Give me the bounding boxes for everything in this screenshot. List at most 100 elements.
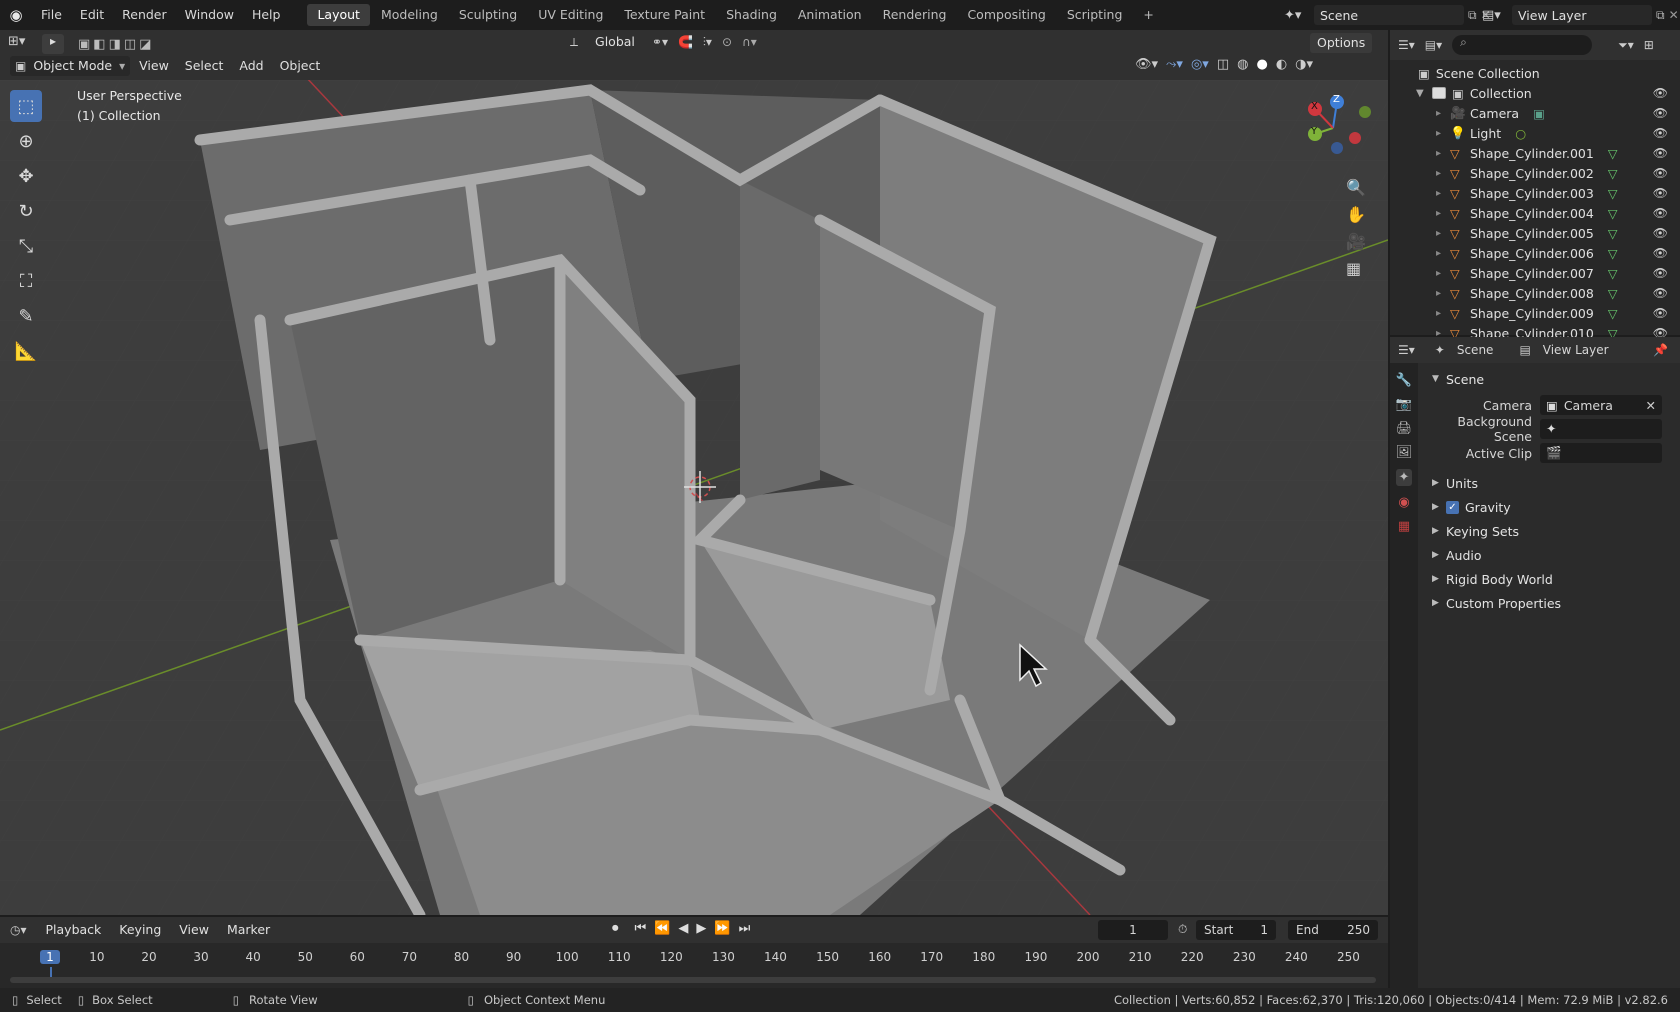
filter-icon[interactable]: ⏷▾	[1618, 38, 1634, 53]
blender-logo-icon[interactable]: ◉	[0, 6, 32, 24]
gravity-panel-header[interactable]: ▶ ✓ Gravity	[1420, 495, 1680, 519]
tab-texture-paint[interactable]: Texture Paint	[614, 4, 715, 26]
view-layer-field[interactable]: View Layer	[1512, 5, 1652, 25]
scene-name-field[interactable]: Scene	[1314, 5, 1464, 25]
outliner-item[interactable]: ▸ 🎥 Camera ▣ 👁	[1390, 103, 1680, 123]
mesh-data-icon[interactable]: ▽	[1608, 146, 1618, 161]
wireframe-shading-icon[interactable]: ◍	[1237, 57, 1248, 72]
custom-properties-panel-header[interactable]: ▶ Custom Properties	[1420, 591, 1680, 615]
tab-compositing[interactable]: Compositing	[957, 4, 1055, 26]
active-clip-field[interactable]: 🎬	[1540, 443, 1662, 463]
3d-viewport[interactable]: ⬚ ⊕ ✥ ↻ ⤡ ⛶ ✎ 📐 User Perspective (1) Col…	[0, 80, 1388, 915]
new-view-layer-icon[interactable]: ⧉	[1656, 8, 1665, 23]
cursor-tool-icon[interactable]: ⊕	[10, 125, 42, 157]
outliner-item[interactable]: ▸ ▽ Shape_Cylinder.005 ▽ 👁	[1390, 223, 1680, 243]
outliner-item[interactable]: ▸ ▽ Shape_Cylinder.004 ▽ 👁	[1390, 203, 1680, 223]
remove-view-layer-icon[interactable]: ✕	[1669, 8, 1679, 22]
new-collection-icon[interactable]: ⊞	[1644, 38, 1654, 52]
tab-layout[interactable]: Layout	[307, 4, 370, 26]
select-mode-icons[interactable]: ▣◧◨◫◪	[78, 37, 154, 52]
tab-scripting[interactable]: Scripting	[1057, 4, 1133, 26]
tab-modeling[interactable]: Modeling	[371, 4, 448, 26]
tab-sculpting[interactable]: Sculpting	[449, 4, 527, 26]
eye-icon[interactable]: 👁	[1653, 286, 1668, 300]
transform-tool-icon[interactable]: ⛶	[10, 265, 42, 297]
solid-shading-icon[interactable]: ●	[1256, 57, 1267, 72]
outliner-collection[interactable]: ▼ ▣ Collection 👁	[1390, 83, 1680, 103]
outliner-item[interactable]: ▸ ▽ Shape_Cylinder.001 ▽ 👁	[1390, 143, 1680, 163]
eye-icon[interactable]: 👁	[1653, 266, 1668, 280]
view-layer-icon[interactable]: ▤▾	[1482, 8, 1508, 23]
material-shading-icon[interactable]: ◐	[1276, 57, 1287, 72]
disclosure-triangle-icon[interactable]: ▸	[1436, 108, 1450, 119]
background-scene-field[interactable]: ✦	[1540, 419, 1662, 439]
outliner-item[interactable]: ▸ ▽ Shape_Cylinder.007 ▽ 👁	[1390, 263, 1680, 283]
view-layer-tab-icon[interactable]: 🖼	[1396, 445, 1413, 460]
scene-icon[interactable]: ✦▾	[1284, 8, 1310, 23]
outliner-item[interactable]: ▸ ▽ Shape_Cylinder.009 ▽ 👁	[1390, 303, 1680, 323]
pivot-icon[interactable]: ⚭▾	[652, 35, 668, 49]
menu-window[interactable]: Window	[176, 0, 243, 30]
eye-icon[interactable]: 👁	[1653, 146, 1668, 160]
outliner-item[interactable]: ▸ 💡 Light ○ 👁	[1390, 123, 1680, 143]
rotate-tool-icon[interactable]: ↻	[10, 195, 42, 227]
mode-dropdown[interactable]: ▣ Object Mode ▾	[10, 56, 131, 76]
menu-select[interactable]: Select	[178, 56, 231, 76]
outliner-item[interactable]: ▸ ▽ Shape_Cylinder.006 ▽ 👁	[1390, 243, 1680, 263]
render-tab-icon[interactable]: 📷	[1396, 397, 1412, 412]
snap-icon[interactable]: 🧲	[678, 35, 693, 49]
eye-icon[interactable]: 👁	[1653, 166, 1668, 180]
visibility-icon[interactable]: 👁▾	[1135, 57, 1158, 72]
menu-object[interactable]: Object	[273, 56, 328, 76]
camera-data-icon[interactable]: ▣	[1533, 106, 1545, 121]
menu-edit[interactable]: Edit	[71, 0, 113, 30]
annotate-tool-icon[interactable]: ✎	[10, 300, 42, 332]
tab-uv-editing[interactable]: UV Editing	[528, 4, 613, 26]
eye-icon[interactable]: 👁	[1653, 186, 1668, 200]
editor-type-icon[interactable]: ⊞▾	[8, 34, 38, 54]
units-panel-header[interactable]: ▶ Units	[1420, 471, 1680, 495]
tool-tab-icon[interactable]: 🔧	[1396, 373, 1412, 388]
rigid-body-world-panel-header[interactable]: ▶ Rigid Body World	[1420, 567, 1680, 591]
xray-icon[interactable]: ◫	[1217, 57, 1229, 72]
mesh-data-icon[interactable]: ▽	[1608, 286, 1618, 301]
view-layer-breadcrumb[interactable]: View Layer	[1543, 343, 1609, 357]
disclosure-triangle-icon[interactable]: ▸	[1436, 228, 1450, 239]
mesh-data-icon[interactable]: ▽	[1608, 166, 1618, 181]
camera-field[interactable]: ▣ Camera ✕	[1540, 395, 1662, 415]
navigation-gizmo[interactable]: Z Y X	[1295, 88, 1375, 168]
disclosure-triangle-icon[interactable]: ▸	[1436, 268, 1450, 279]
scene-panel-header[interactable]: ▼ Scene	[1420, 367, 1680, 391]
world-tab-icon[interactable]: ◉	[1398, 495, 1409, 510]
tab-rendering[interactable]: Rendering	[873, 4, 957, 26]
menu-file[interactable]: File	[32, 0, 71, 30]
menu-add[interactable]: Add	[232, 56, 270, 76]
measure-tool-icon[interactable]: 📐	[10, 335, 42, 367]
clear-icon[interactable]: ✕	[1646, 398, 1656, 413]
properties-editor-icon[interactable]: ☰▾	[1398, 343, 1415, 357]
disclosure-triangle-icon[interactable]: ▸	[1436, 148, 1450, 159]
camera-view-icon[interactable]: 🎥	[1346, 232, 1366, 251]
outliner-item[interactable]: ▸ ▽ Shape_Cylinder.003 ▽ 👁	[1390, 183, 1680, 203]
outliner-search-input[interactable]: ⌕	[1452, 35, 1593, 55]
playhead-line[interactable]	[50, 967, 52, 977]
disclosure-triangle-icon[interactable]: ▼	[1416, 88, 1432, 99]
light-data-icon[interactable]: ○	[1515, 126, 1526, 141]
keying-sets-panel-header[interactable]: ▶ Keying Sets	[1420, 519, 1680, 543]
mesh-data-icon[interactable]: ▽	[1608, 306, 1618, 321]
select-box-tool-icon[interactable]: ⬚	[10, 90, 42, 122]
eye-icon[interactable]: 👁	[1653, 86, 1668, 100]
menu-help[interactable]: Help	[243, 0, 290, 30]
pan-hand-icon[interactable]: ✋	[1346, 205, 1366, 224]
mesh-data-icon[interactable]: ▽	[1608, 226, 1618, 241]
snap-target-icon[interactable]: ⫶▾	[703, 35, 712, 50]
scale-tool-icon[interactable]: ⤡	[10, 230, 42, 262]
tab-shading[interactable]: Shading	[716, 4, 787, 26]
collection-checkbox[interactable]	[1432, 87, 1446, 99]
eye-icon[interactable]: 👁	[1653, 206, 1668, 220]
scene-tab-icon[interactable]: ✦	[1395, 469, 1413, 486]
mesh-data-icon[interactable]: ▽	[1608, 186, 1618, 201]
gizmo-icon[interactable]: ⤳▾	[1166, 57, 1183, 72]
select-tool-icon[interactable]: ▸	[42, 34, 64, 54]
move-tool-icon[interactable]: ✥	[10, 160, 42, 192]
